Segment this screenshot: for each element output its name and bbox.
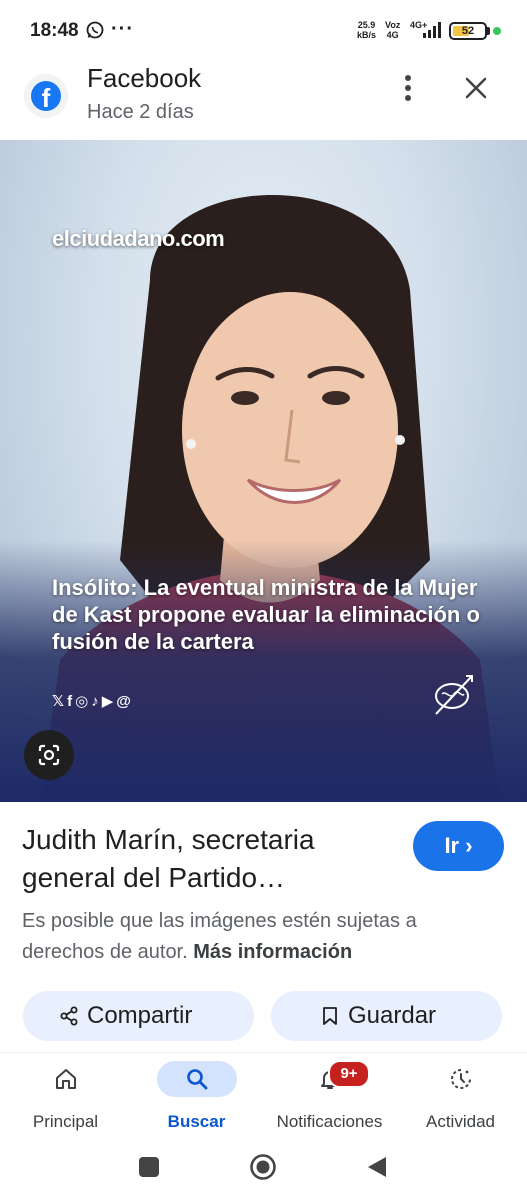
facebook-icon: f <box>67 693 73 710</box>
nav-label: Actividad <box>426 1112 495 1131</box>
nav-label: Buscar <box>167 1112 226 1131</box>
battery-cap <box>487 27 490 35</box>
social-icons-row: 𝕏f ◎ ♪ ▶ @ <box>52 692 134 712</box>
nav-icon-container <box>157 1061 237 1097</box>
image-watermark: elciudadano.com <box>52 226 225 251</box>
brain-logo-icon <box>435 675 473 715</box>
nav-item-buscar[interactable]: Buscar <box>131 1053 262 1145</box>
close-icon[interactable] <box>462 74 490 102</box>
share-icon <box>60 1006 78 1026</box>
home-icon <box>56 1069 76 1089</box>
battery-icon: 52 <box>449 22 487 40</box>
tiktok-icon: ♪ <box>91 693 99 710</box>
search-icon <box>187 1069 208 1090</box>
recent-apps-button[interactable] <box>139 1157 159 1177</box>
source-title: Facebook <box>87 63 202 93</box>
nav-icon-container <box>26 1061 106 1097</box>
nav-label: Notificaciones <box>276 1112 383 1131</box>
share-label: Compartir <box>87 1002 193 1029</box>
bookmark-icon <box>323 1007 337 1025</box>
instagram-icon: ◎ <box>75 693 89 710</box>
lens-icon <box>38 744 60 766</box>
threads-icon: @ <box>116 693 131 710</box>
x-icon: 𝕏 <box>52 693 65 710</box>
nav-item-principal[interactable]: Principal <box>0 1053 131 1145</box>
result-image[interactable]: elciudadano.com Insólito: La eventual mi… <box>0 140 527 802</box>
youtube-icon: ▶ <box>101 693 114 710</box>
bottom-navigation: Principal Buscar Notificaciones Activida… <box>0 1052 527 1145</box>
save-button[interactable]: Guardar <box>271 991 502 1041</box>
volte-indicator: Voz 4G <box>385 20 401 40</box>
notification-badge: 9+ <box>328 1060 370 1088</box>
signal-icon <box>423 22 441 38</box>
lens-search-button[interactable] <box>24 730 74 780</box>
facebook-logo-icon: f <box>31 81 61 111</box>
privacy-indicator-dot <box>493 27 501 35</box>
more-info-link[interactable]: Más información <box>193 941 352 963</box>
status-bar <box>0 0 527 60</box>
status-time: 18:48 <box>30 20 79 41</box>
save-label: Guardar <box>348 1002 437 1029</box>
image-headline: Insólito: La eventual ministra de la Muj… <box>52 575 480 654</box>
back-button[interactable] <box>366 1155 388 1179</box>
nav-icon-container <box>421 1061 501 1097</box>
home-button[interactable] <box>249 1153 277 1181</box>
facebook-logo: f <box>24 74 68 118</box>
go-button[interactable]: Ir › <box>413 821 504 871</box>
nav-item-actividad[interactable]: Actividad <box>395 1053 526 1145</box>
whatsapp-icon <box>86 21 104 39</box>
activity-icon <box>451 1069 471 1089</box>
more-notifications-icon: ··· <box>111 18 134 40</box>
share-button[interactable]: Compartir <box>23 991 254 1041</box>
nav-label: Principal <box>32 1112 99 1131</box>
source-time: Hace 2 días <box>87 101 194 123</box>
network-speed: 25.9 kB/s <box>357 20 377 40</box>
more-vert-icon[interactable] <box>396 74 420 102</box>
result-title[interactable]: Judith Marín, secretaria general del Par… <box>22 821 382 897</box>
battery-percent: 52 <box>461 25 475 37</box>
copyright-notice: Es posible que las imágenes estén sujeta… <box>22 906 502 968</box>
